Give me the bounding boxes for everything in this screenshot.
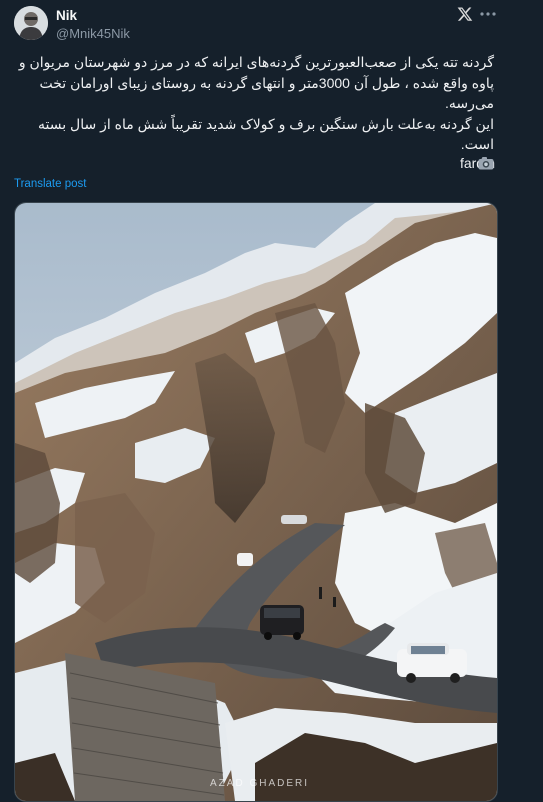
translate-post-link[interactable]: Translate post xyxy=(14,178,86,190)
tweet-text: گردنه تته یکی از صعب‌العبورترین گردنه‌ها… xyxy=(14,52,494,155)
mountain-pass-photo xyxy=(15,203,497,801)
tweet-line: گردنه تته یکی از صعب‌العبورترین گردنه‌ها… xyxy=(18,54,494,70)
x-logo-icon[interactable] xyxy=(456,6,474,24)
tweet-line: است. xyxy=(460,136,494,152)
post-photo[interactable]: AZAD GHADERI xyxy=(14,202,498,802)
tweet-line: این گردنه به‌علت بارش سنگین برف و کولاک … xyxy=(38,115,494,132)
tweet-post: Nik @Mnik45Nik گردنه تته یکی از صعب‌العب… xyxy=(0,0,543,802)
camera-icon xyxy=(478,156,494,170)
tweet-line: پاوه واقع شده ، طول آن 3000متر و انتهای … xyxy=(39,74,494,91)
photo-watermark: AZAD GHADERI xyxy=(210,778,310,789)
author-handle[interactable]: @Mnik45Nik xyxy=(56,25,130,43)
author-block: Nik @Mnik45Nik xyxy=(56,8,130,43)
avatar[interactable] xyxy=(14,6,48,40)
more-options-icon[interactable] xyxy=(478,5,498,25)
author-display-name[interactable]: Nik xyxy=(56,8,130,24)
tweet-line: می‌رسه. xyxy=(444,95,494,111)
